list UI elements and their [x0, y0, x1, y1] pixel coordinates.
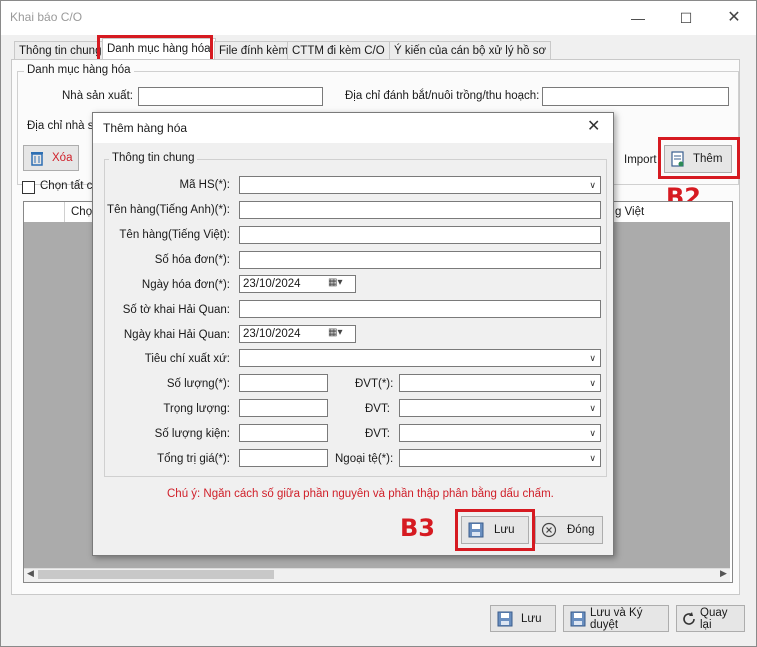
address-label: Địa chỉ đánh bắt/nuôi trồng/thu hoạch: — [345, 90, 540, 102]
unit3-select[interactable]: ∨ — [399, 424, 601, 442]
packages-label: Số lượng kiện: — [154, 428, 230, 440]
back-label: Quay lại — [700, 606, 728, 631]
address2-label: Địa chỉ nhà sả — [27, 120, 100, 132]
delete-label: Xóa — [52, 152, 73, 164]
highlight-b1-box — [97, 35, 213, 62]
producer-input[interactable] — [138, 87, 323, 106]
dialog-title: Thêm hàng hóa — [103, 121, 188, 135]
highlight-b2-box — [658, 137, 740, 179]
goods-group-title: Danh mục hàng hóa — [24, 64, 134, 76]
refresh-icon — [681, 611, 697, 627]
tab-general-info[interactable]: Thông tin chung — [14, 41, 107, 60]
select-all-label: Chọn tất cả — [40, 180, 99, 192]
save-sign-label: Lưu và Ký duyệt — [590, 606, 643, 631]
dialog-group-title: Thông tin chung — [109, 152, 198, 164]
close-window-icon[interactable]: ✕ — [716, 5, 752, 31]
producer-label: Nhà sản xuất: — [62, 90, 133, 102]
origin-criteria-select[interactable]: ∨ — [239, 349, 601, 367]
tab-officer-comments[interactable]: Ý kiến của cán bộ xử lý hồ sơ — [389, 41, 552, 60]
invoice-date-label: Ngày hóa đơn(*): — [141, 279, 230, 291]
weight-label: Trọng lượng: — [163, 403, 230, 415]
highlight-b3-box — [455, 509, 535, 551]
delete-button[interactable]: Xóa — [23, 145, 79, 171]
name-vi-input[interactable] — [239, 226, 601, 244]
invoice-no-input[interactable] — [239, 251, 601, 269]
annotation-b3: B3 — [400, 514, 435, 542]
floppy-disk-icon — [497, 611, 513, 627]
dialog-close-label: Đóng — [567, 524, 595, 536]
total-value-label: Tổng trị giá(*): — [157, 453, 230, 465]
hs-code-label: Mã HS(*): — [179, 179, 230, 191]
name-vi-label: Tên hàng(Tiếng Việt): — [119, 229, 230, 241]
unit2-select[interactable]: ∨ — [399, 399, 601, 417]
circle-x-icon — [541, 522, 557, 538]
customs-date-label: Ngày khai Hải Quan: — [123, 329, 230, 341]
trash-icon — [30, 150, 44, 166]
name-en-label: Tên hàng(Tiếng Anh)(*): — [107, 204, 230, 216]
origin-criteria-label: Tiêu chí xuất xứ: — [144, 353, 230, 365]
scrollbar-thumb[interactable] — [38, 570, 274, 579]
invoice-date-value: 23/10/2024 — [243, 278, 301, 290]
hs-code-select[interactable]: ∨ — [239, 176, 601, 194]
scroll-left-icon[interactable]: ◀ — [27, 568, 34, 579]
tab-trade-docs[interactable]: CTTM đi kèm C/O — [287, 41, 390, 60]
weight-input[interactable] — [239, 399, 328, 417]
customs-no-label: Số tờ khai Hải Quan: — [122, 304, 230, 316]
grid-header-name-vi: g Việt — [615, 206, 645, 218]
dialog-close-button[interactable]: Đóng — [535, 516, 603, 544]
customs-date-value: 23/10/2024 — [243, 328, 301, 340]
minimize-icon[interactable]: — — [620, 5, 656, 31]
maximize-icon[interactable]: ☐ — [668, 5, 704, 31]
unit2-label: ĐVT: — [365, 403, 390, 415]
invoice-date-picker[interactable]: 23/10/2024 ▦▾ — [239, 275, 356, 293]
name-en-input[interactable] — [239, 201, 601, 219]
calendar-icon[interactable]: ▦▾ — [328, 277, 342, 288]
dialog-close-icon[interactable]: ✕ — [587, 116, 600, 136]
unit1-select[interactable]: ∨ — [399, 374, 601, 392]
unit1-label: ĐVT(*): — [355, 378, 394, 390]
customs-no-input[interactable] — [239, 300, 601, 318]
scroll-right-icon[interactable]: ▶ — [720, 568, 727, 579]
window-title: Khai báo C/O — [10, 10, 83, 24]
packages-input[interactable] — [239, 424, 328, 442]
back-button[interactable]: Quay lại — [676, 605, 745, 632]
save-sign-button[interactable]: Lưu và Ký duyệt — [563, 605, 669, 632]
import-button[interactable]: Import — [624, 154, 657, 166]
floppy-sign-icon — [570, 611, 586, 627]
decimal-note: Chú ý: Ngăn cách số giữa phần nguyên và … — [167, 488, 554, 500]
add-goods-dialog: Thêm hàng hóa ✕ Thông tin chung Mã HS(*)… — [92, 112, 614, 556]
customs-date-picker[interactable]: 23/10/2024 ▦▾ — [239, 325, 356, 343]
grid-header-divider — [64, 202, 65, 222]
footer-save-button[interactable]: Lưu — [490, 605, 556, 632]
quantity-input[interactable] — [239, 374, 328, 392]
quantity-label: Số lượng(*): — [166, 378, 230, 390]
calendar-icon[interactable]: ▦▾ — [328, 327, 342, 338]
address-input[interactable] — [542, 87, 729, 106]
currency-select[interactable]: ∨ — [399, 449, 601, 467]
total-value-input[interactable] — [239, 449, 328, 467]
tab-attachments[interactable]: File đính kèm — [214, 41, 294, 60]
currency-label: Ngoại tệ(*): — [335, 453, 394, 465]
select-all-checkbox[interactable] — [22, 181, 35, 194]
invoice-no-label: Số hóa đơn(*): — [154, 254, 230, 266]
footer-save-label: Lưu — [521, 612, 542, 625]
unit3-label: ĐVT: — [365, 428, 390, 440]
